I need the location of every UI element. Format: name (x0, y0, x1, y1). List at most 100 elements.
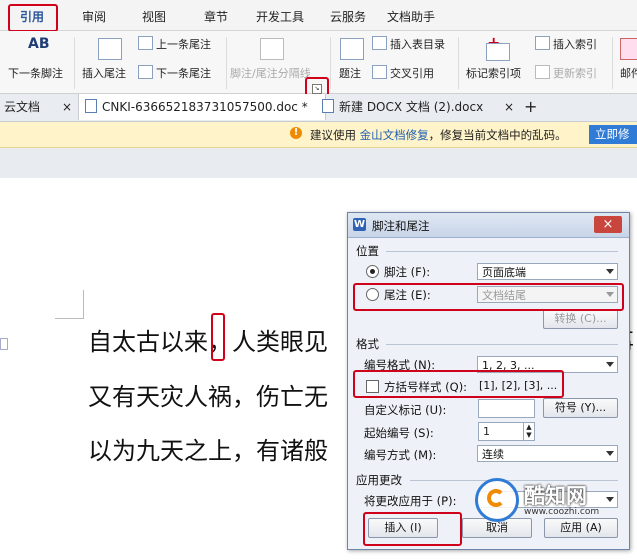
document-line-3: 以为九天之上，有诸般 (88, 437, 328, 465)
paragraph-icon (0, 338, 8, 350)
position-group-label: 位置 (356, 244, 379, 258)
coozhi-logo-icon (475, 478, 519, 522)
ribbon-tab-bar: 引用 审阅 视图 章节 开发工具 云服务 文档助手 (0, 0, 637, 31)
cross-reference-icon (372, 65, 387, 79)
update-index-icon (535, 65, 550, 79)
document-line-2: 又有天灾人祸，伤亡无 (88, 383, 328, 411)
prev-endnote-button[interactable]: 上一条尾注 (138, 36, 211, 52)
add-tab-icon[interactable]: + (524, 94, 537, 120)
next-endnote-icon (138, 65, 153, 79)
divider (74, 37, 75, 89)
dialog-title-bar: W 脚注和尾注 × (348, 213, 629, 238)
repair-now-button[interactable]: 立即修 (589, 125, 637, 144)
update-index-label: 更新索引 (553, 67, 597, 80)
highlight-insertion-point (211, 313, 225, 361)
tab-section[interactable]: 章节 (204, 8, 228, 25)
close-icon[interactable]: × (594, 216, 622, 233)
tab-review[interactable]: 审阅 (82, 8, 106, 25)
custom-mark-label: 自定义标记 (U): (364, 403, 447, 417)
dialog-title: 脚注和尾注 (372, 219, 430, 233)
mark-index-button[interactable]: 标记索引项 (466, 65, 521, 81)
page-corner-mark (55, 290, 84, 319)
apply-button[interactable]: 应用 (A) (544, 518, 618, 538)
chevron-down-icon (606, 362, 614, 367)
start-number-value: 1 (483, 425, 490, 438)
cross-reference-label: 交叉引用 (390, 67, 434, 80)
tab-doc-assistant[interactable]: 文档助手 (387, 8, 435, 25)
divider (330, 37, 331, 89)
ab-footnote-icon: AB (28, 36, 50, 52)
convert-button[interactable]: 转换 (C)... (543, 309, 618, 329)
tab-active-document[interactable]: CNKI-636652183731057500.doc * (78, 94, 326, 120)
document-icon (322, 99, 334, 113)
document-icon (85, 99, 97, 113)
notification-text: 建议使用 金山文档修复，修复当前文档中的乱码。 (310, 127, 567, 143)
next-endnote-label: 下一条尾注 (156, 67, 211, 80)
caption-icon (340, 38, 364, 60)
tab-cloud-docs[interactable]: 云文档 (4, 94, 40, 120)
next-endnote-button[interactable]: 下一条尾注 (138, 65, 211, 81)
text-segment: 自太古以来 (88, 328, 208, 356)
prev-endnote-label: 上一条尾注 (156, 38, 211, 51)
repair-link[interactable]: 金山文档修复 (360, 128, 429, 142)
chevron-down-icon (606, 451, 614, 456)
divider (612, 37, 613, 89)
format-group-label: 格式 (356, 337, 379, 351)
separator-icon (260, 38, 284, 60)
footnote-separator-button[interactable]: 脚注/尾注分隔线 (230, 65, 311, 81)
insert-toc-label: 插入表目录 (390, 38, 445, 51)
chevron-down-icon (606, 269, 614, 274)
insert-endnote-button[interactable]: 插入尾注 (82, 65, 126, 81)
watermark-name: 酷知网 (524, 484, 587, 508)
footnote-label: 脚注 (F): (384, 265, 431, 279)
caption-button[interactable]: 题注 (339, 65, 361, 81)
footnote-radio[interactable] (366, 265, 379, 278)
cross-reference-button[interactable]: 交叉引用 (372, 65, 434, 81)
notification-prefix: 建议使用 (310, 128, 356, 142)
divider (226, 37, 227, 89)
divider (386, 251, 618, 252)
apply-group-label: 应用更改 (356, 473, 402, 487)
toc-icon (372, 36, 387, 50)
highlight-references-tab (8, 4, 58, 32)
footnote-position-select[interactable]: 页面底端 (477, 263, 618, 280)
highlight-bracket-style (353, 370, 564, 398)
document-tab-bar: 云文档 × CNKI-636652183731057500.doc * 新建 D… (0, 94, 637, 122)
active-document-title: CNKI-636652183731057500.doc * (102, 100, 308, 114)
new-docx-title: 新建 DOCX 文档 (2).docx (339, 100, 484, 114)
update-index-button[interactable]: 更新索引 (535, 65, 597, 81)
divider (458, 37, 459, 89)
tab-developer[interactable]: 开发工具 (256, 8, 304, 25)
numbering-select[interactable]: 连续 (477, 445, 618, 462)
tab-view[interactable]: 视图 (142, 8, 166, 25)
text-segment: ，人类眼见 (208, 328, 328, 356)
mail-icon (620, 38, 637, 60)
notification-suffix: ，修复当前文档中的乱码。 (428, 128, 567, 142)
numbering-label: 编号方式 (M): (364, 448, 437, 462)
symbol-button[interactable]: 符号 (Y)... (543, 398, 618, 418)
prev-endnote-icon (138, 36, 153, 50)
mark-index-icon (486, 43, 510, 61)
mail-merge-button[interactable]: 邮件 (620, 65, 637, 81)
watermark-url: www.coozhi.com (524, 507, 600, 517)
close-icon[interactable]: × (62, 94, 72, 120)
insert-index-button[interactable]: 插入索引 (535, 36, 597, 52)
close-icon[interactable]: × (504, 94, 514, 120)
next-footnote-button[interactable]: 下一条脚注 (8, 65, 63, 81)
index-icon (535, 36, 550, 50)
stepper-arrows-icon[interactable]: ▲ ▼ (523, 423, 534, 440)
footnote-position-value: 页面底端 (482, 266, 526, 279)
insert-toc-button[interactable]: 插入表目录 (372, 36, 445, 52)
chevron-down-icon (606, 497, 614, 502)
insert-endnote-icon (98, 38, 122, 60)
warning-icon: ! (290, 127, 302, 139)
apply-to-label: 将更改应用于 (P): (364, 494, 457, 508)
numbering-value: 连续 (482, 448, 504, 461)
tab-new-docx[interactable]: 新建 DOCX 文档 (2).docx (322, 94, 483, 120)
logo-ring (487, 489, 505, 507)
repair-notification-bar: ! 建议使用 金山文档修复，修复当前文档中的乱码。 立即修 (0, 122, 637, 148)
custom-mark-input[interactable] (478, 399, 535, 418)
tab-cloud-service[interactable]: 云服务 (330, 8, 366, 25)
document-line-1: 自太古以来，人类眼见 (88, 322, 328, 357)
start-number-label: 起始编号 (S): (364, 426, 434, 440)
